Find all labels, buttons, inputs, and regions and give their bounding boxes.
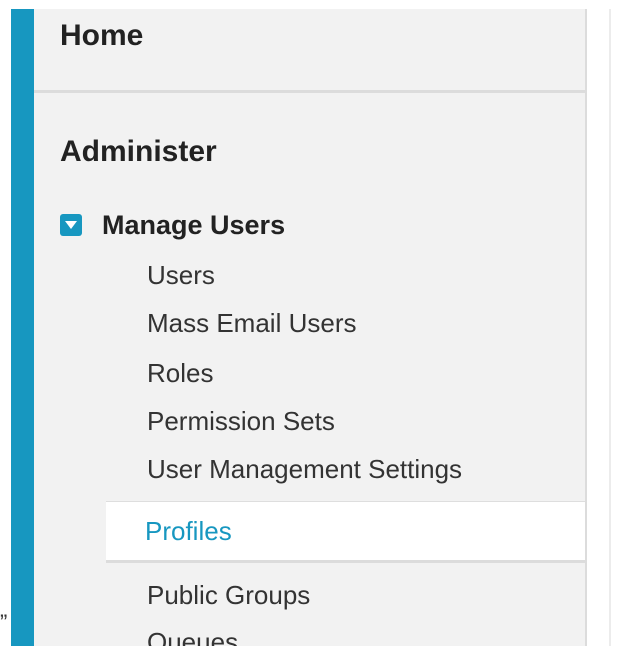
panel-divider — [609, 9, 611, 646]
content-area-edge — [587, 9, 617, 646]
nav-item-queues[interactable]: Queues — [147, 627, 238, 646]
nav-item-user-management-settings[interactable]: User Management Settings — [147, 454, 462, 485]
home-section: Home — [34, 9, 585, 93]
nav-item-users[interactable]: Users — [147, 260, 215, 291]
manage-users-group-toggle[interactable]: Manage Users — [60, 208, 285, 242]
collapse-triangle-icon[interactable] — [60, 214, 82, 236]
nav-item-profiles-label: Profiles — [145, 516, 232, 546]
nav-item-profiles-selected[interactable]: Profiles — [106, 501, 585, 563]
manage-users-label: Manage Users — [102, 209, 286, 240]
accent-bar — [11, 9, 34, 646]
home-link[interactable]: Home — [60, 19, 143, 53]
stray-quote-mark: ” — [0, 610, 8, 635]
nav-item-roles[interactable]: Roles — [147, 358, 213, 389]
setup-sidebar: Home Administer Manage Users Users Mass … — [34, 9, 587, 646]
nav-item-mass-email-users[interactable]: Mass Email Users — [147, 308, 356, 339]
page: ” Home Administer Manage Users Users Mas… — [0, 0, 617, 646]
nav-item-public-groups[interactable]: Public Groups — [147, 580, 310, 611]
nav-item-permission-sets[interactable]: Permission Sets — [147, 406, 335, 437]
administer-heading: Administer — [60, 135, 217, 168]
